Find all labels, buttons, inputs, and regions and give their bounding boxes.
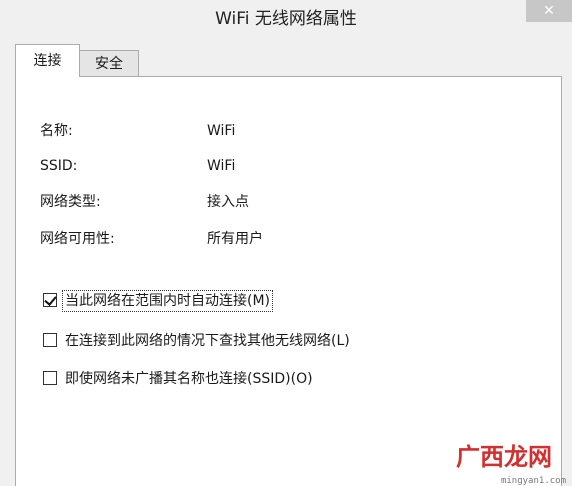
name-value: WiFi	[207, 123, 236, 139]
connection-panel: 名称: WiFi SSID: WiFi 网络类型: 接入点 网络可用性: 所有用…	[15, 76, 562, 486]
checkmark-icon	[44, 293, 57, 306]
connect-hidden-checkbox[interactable]	[43, 371, 57, 385]
wifi-properties-window: WiFi 无线网络属性 ✕ 连接 安全 名称: WiFi SSID: WiFi …	[0, 0, 572, 486]
watermark-url: mingyan1.com	[500, 476, 566, 486]
close-button[interactable]: ✕	[526, 0, 572, 22]
find-other-networks-label[interactable]: 在连接到此网络的情况下查找其他无线网络(L)	[63, 331, 352, 351]
find-other-networks-checkbox[interactable]	[43, 333, 57, 347]
availability-value: 所有用户	[207, 231, 263, 247]
title-bar: WiFi 无线网络属性 ✕	[0, 0, 572, 32]
window-title: WiFi 无线网络属性	[215, 9, 357, 29]
connect-hidden-label[interactable]: 即使网络未广播其名称也连接(SSID)(O)	[63, 369, 315, 389]
network-type-value: 接入点	[207, 194, 249, 210]
network-type-label: 网络类型:	[40, 194, 101, 210]
name-label: 名称:	[40, 123, 73, 139]
tab-security[interactable]: 安全	[79, 50, 139, 76]
auto-connect-checkbox[interactable]	[43, 293, 57, 307]
watermark-logo: 广西龙网	[456, 443, 552, 471]
ssid-label: SSID:	[40, 158, 78, 174]
close-icon: ✕	[543, 3, 555, 19]
availability-label: 网络可用性:	[40, 231, 115, 247]
tab-connection[interactable]: 连接	[15, 44, 80, 77]
auto-connect-label[interactable]: 当此网络在范围内时自动连接(M)	[61, 290, 274, 312]
ssid-value: WiFi	[207, 158, 236, 174]
